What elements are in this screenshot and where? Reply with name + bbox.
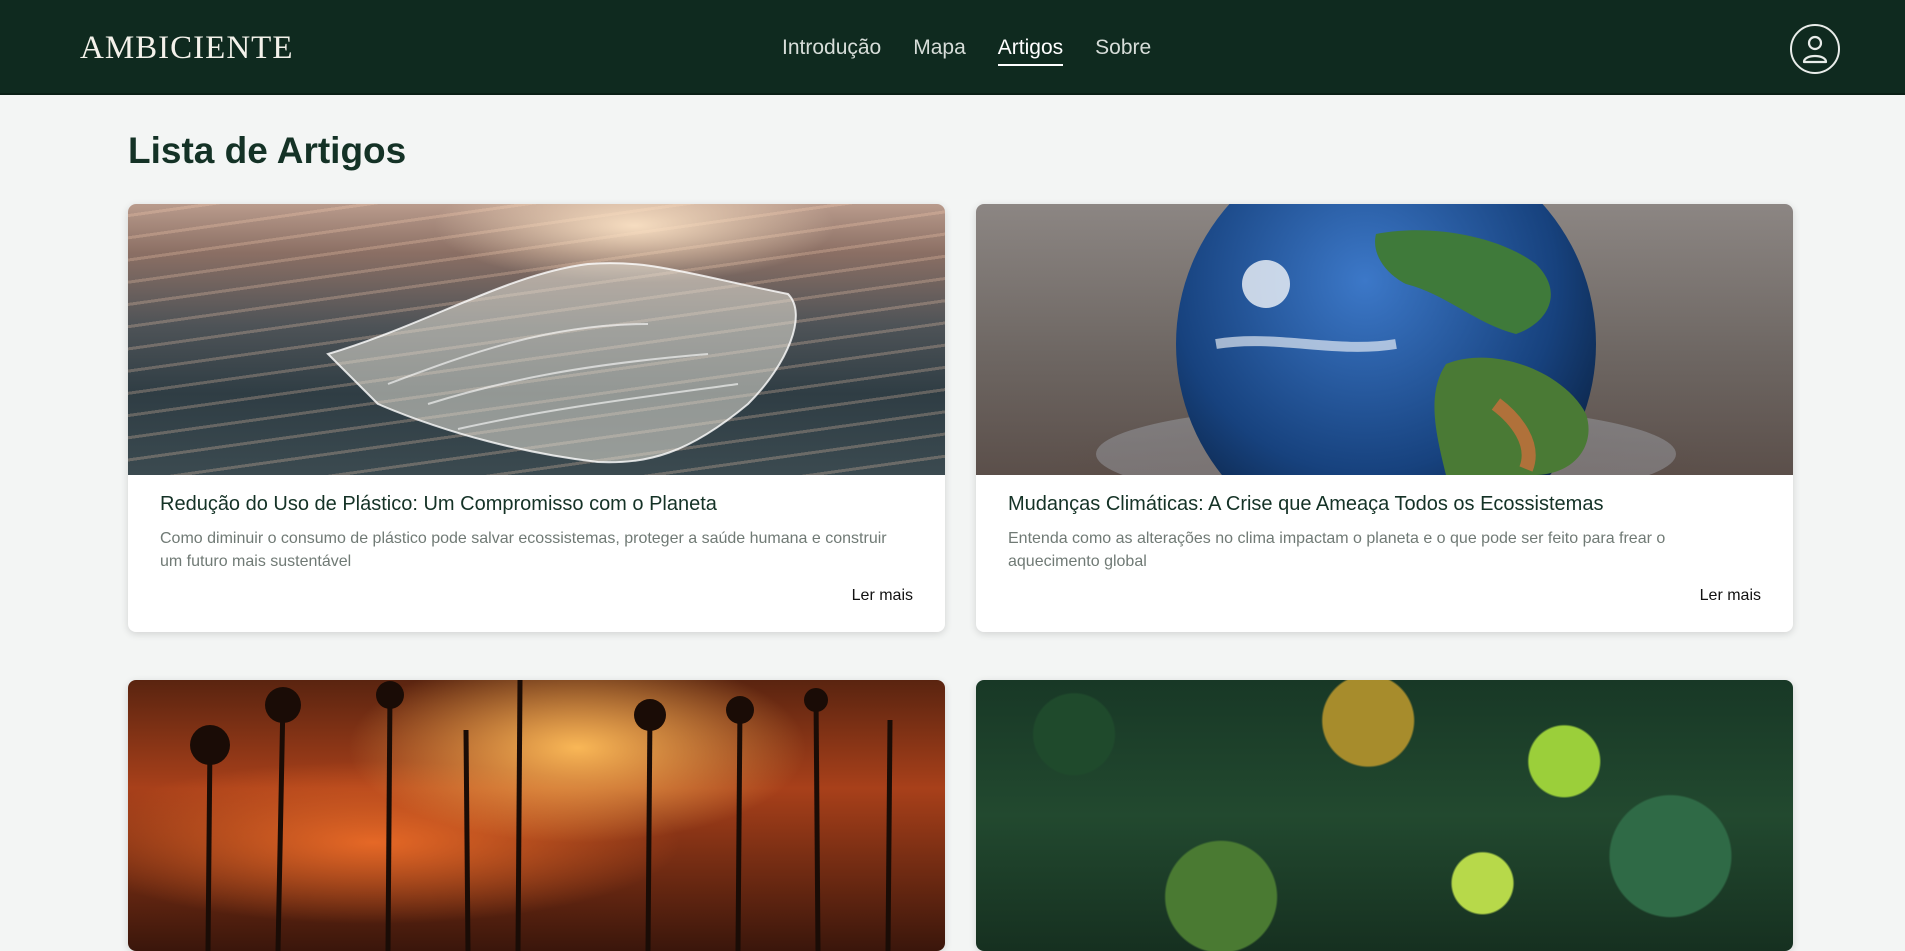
article-title[interactable]: Redução do Uso de Plástico: Um Compromis… [160,491,913,517]
article-card-body: Mudanças Climáticas: A Crise que Ameaça … [976,475,1793,632]
article-description: Como diminuir o consumo de plástico pode… [160,530,887,570]
article-card[interactable] [976,680,1793,951]
site-logo[interactable]: AMBICIENTE [80,28,293,68]
article-description: Entenda como as alterações no clima impa… [1008,530,1666,570]
earth-globe-illustration [1096,204,1676,475]
article-image-forest-fire[interactable] [128,680,945,951]
nav-link-introducao[interactable]: Introdução [782,34,881,66]
article-image-rainforest-canopy[interactable] [976,680,1793,951]
read-more-link[interactable]: Ler mais [852,587,913,605]
nav-link-sobre[interactable]: Sobre [1095,34,1151,66]
article-image-melting-earth[interactable] [976,204,1793,475]
read-more-link[interactable]: Ler mais [1700,587,1761,605]
nav-link-artigos[interactable]: Artigos [997,34,1064,66]
nav-link-mapa[interactable]: Mapa [913,34,966,66]
article-card[interactable] [128,680,945,951]
burning-trees-illustration [190,680,893,951]
article-title[interactable]: Mudanças Climáticas: A Crise que Ameaça … [1008,491,1761,517]
article-card-body: Redução do Uso de Plástico: Um Compromis… [128,475,945,632]
plastic-sheet-illustration [326,262,797,464]
user-icon [1802,35,1828,64]
article-image-plastic-ocean[interactable] [128,204,945,475]
account-button[interactable] [1790,24,1840,74]
page-title: Lista de Artigos [128,130,407,171]
main-nav: Introdução Mapa Artigos Sobre [782,34,1151,66]
article-card[interactable]: Redução do Uso de Plástico: Um Compromis… [128,204,945,632]
article-card[interactable]: Mudanças Climáticas: A Crise que Ameaça … [976,204,1793,632]
top-navigation-bar: AMBICIENTE Introdução Mapa Artigos Sobre [0,0,1905,95]
